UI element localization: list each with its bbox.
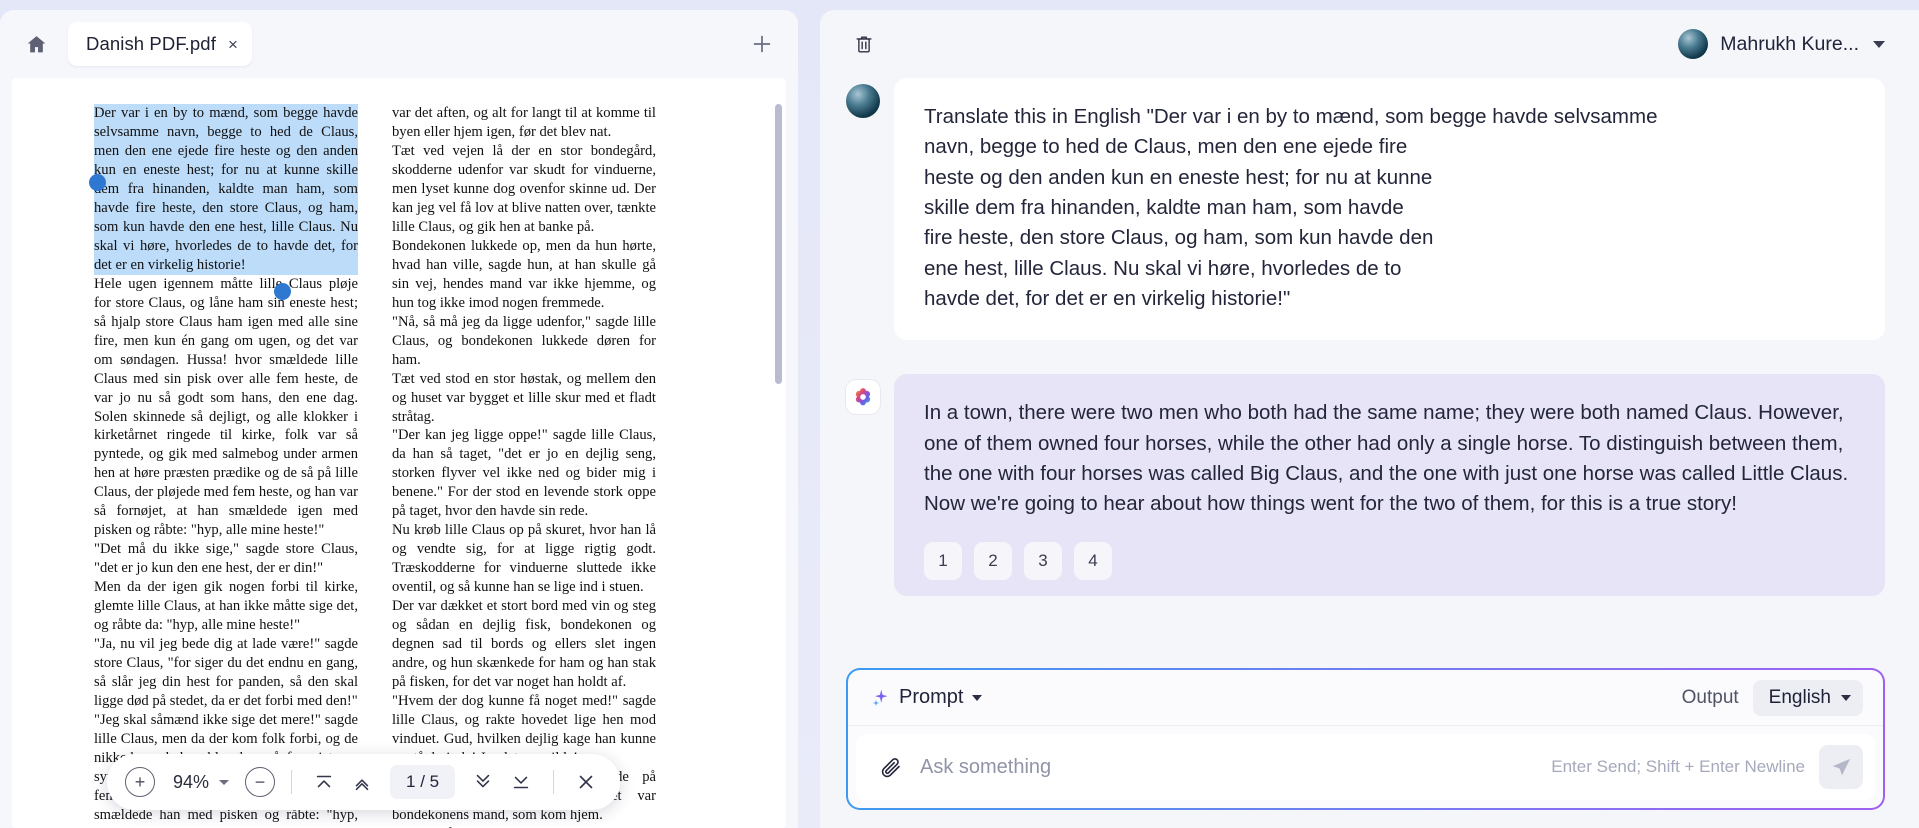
zoom-out-button[interactable]: − bbox=[245, 767, 276, 797]
output-language-group: Output English bbox=[1681, 679, 1863, 716]
home-icon[interactable] bbox=[14, 22, 58, 66]
pdf-paragraph: Tæt ved vejen lå der en stor bondegård, … bbox=[392, 142, 656, 235]
sparkle-icon bbox=[872, 689, 888, 706]
prompt-label: Prompt bbox=[899, 686, 964, 708]
search-input[interactable] bbox=[920, 755, 1538, 779]
reference-buttons: 1 2 3 4 bbox=[924, 541, 1855, 580]
send-button[interactable] bbox=[1819, 745, 1863, 789]
chat-message-assistant: In a town, there were two men who both h… bbox=[846, 374, 1885, 596]
pdf-paragraph: Der var dækket et stort bord med vin og … bbox=[392, 598, 656, 691]
selection-handle-end[interactable] bbox=[274, 283, 291, 300]
composer-input-row: Enter Send; Shift + Enter Newline bbox=[856, 734, 1875, 800]
tab-danish-pdf[interactable]: Danish PDF.pdf × bbox=[68, 22, 252, 66]
assistant-message-text: In a town, there were two men who both h… bbox=[924, 401, 1849, 516]
composer-inner: Prompt Output English Ask something Ente… bbox=[848, 670, 1883, 808]
reference-button-4[interactable]: 4 bbox=[1074, 541, 1112, 580]
pdf-paragraph: "Nå, så må jeg da ligge udenfor," sagde … bbox=[392, 313, 656, 368]
pdf-paragraph: Men da der igen gik nogen forbi til kirk… bbox=[94, 579, 358, 634]
page-indicator[interactable]: 1 / 5 bbox=[390, 765, 456, 799]
prompt-caret-down-icon[interactable] bbox=[972, 694, 983, 701]
pdf-page-1: Der var i en by to mænd, som begge havde… bbox=[12, 78, 786, 828]
toolbar-divider-1 bbox=[291, 770, 293, 794]
selection-handle-start[interactable] bbox=[89, 174, 106, 191]
prev-page-icon[interactable] bbox=[346, 766, 378, 798]
pdf-column-left: Der var i en by to mænd, som begge havde… bbox=[94, 104, 358, 828]
prompt-selector[interactable]: Prompt bbox=[870, 686, 983, 709]
pdf-floating-toolbar: + 94% − 1 / 5 bbox=[107, 754, 621, 810]
user-profile-menu[interactable]: Mahrukh Kure... bbox=[1678, 29, 1885, 59]
zoom-level-label[interactable]: 94% bbox=[173, 772, 209, 793]
app-window: Danish PDF.pdf × Der var i en by to mænd… bbox=[0, 0, 1919, 828]
chat-header: Mahrukh Kure... bbox=[820, 10, 1919, 78]
composer-toolbar: Prompt Output English bbox=[848, 670, 1883, 726]
pdf-paragraph: "Det må du ikke sige," sagde store Claus… bbox=[94, 541, 358, 577]
next-page-icon[interactable] bbox=[467, 766, 499, 798]
language-caret-down-icon[interactable] bbox=[1841, 694, 1851, 701]
composer-border: Prompt Output English Ask something Ente… bbox=[846, 668, 1885, 810]
new-tab-plus-icon[interactable] bbox=[740, 22, 784, 66]
output-label: Output bbox=[1681, 686, 1739, 708]
pdf-paragraph: Nu krøb lille Claus op på skuret, hvor h… bbox=[392, 522, 656, 596]
pdf-column-right: var det aften, og alt for langt til at k… bbox=[392, 104, 656, 828]
trash-icon[interactable] bbox=[846, 26, 882, 62]
reference-button-2[interactable]: 2 bbox=[974, 541, 1012, 580]
pdf-paragraph: Bondekonen lukkede op, men da hun hørte,… bbox=[392, 237, 656, 311]
avatar bbox=[1678, 29, 1709, 59]
reference-button-1[interactable]: 1 bbox=[924, 541, 962, 580]
pdf-paragraph: Tæt ved stod en stor høstak, og mellem d… bbox=[392, 370, 656, 425]
composer-area: Prompt Output English Ask something Ente… bbox=[820, 668, 1919, 828]
pdf-scrollbar[interactable] bbox=[775, 104, 782, 384]
chevron-down-icon[interactable] bbox=[1873, 40, 1885, 48]
user-message-bubble: Translate this in English "Der var i en … bbox=[894, 78, 1885, 341]
paperclip-icon[interactable] bbox=[876, 752, 906, 782]
user-message-text: Translate this in English "Der var i en … bbox=[924, 105, 1658, 310]
assistant-message-bubble: In a town, there were two men who both h… bbox=[894, 374, 1885, 596]
close-toolbar-icon[interactable] bbox=[570, 766, 602, 798]
last-page-icon[interactable] bbox=[505, 766, 537, 798]
tab-bar: Danish PDF.pdf × bbox=[0, 10, 798, 78]
chat-message-user: Translate this in English "Der var i en … bbox=[846, 78, 1885, 341]
language-label: English bbox=[1768, 686, 1831, 708]
pdf-paragraph: "Der kan jeg ligge oppe!" sagde lille Cl… bbox=[392, 427, 656, 520]
pdf-paragraph: "Ja, nu vil jeg bede dig at lade være!" … bbox=[94, 636, 358, 710]
tab-label: Danish PDF.pdf bbox=[86, 33, 216, 54]
reference-button-3[interactable]: 3 bbox=[1024, 541, 1062, 580]
language-selector[interactable]: English bbox=[1752, 679, 1863, 716]
user-name-label: Mahrukh Kure... bbox=[1720, 32, 1859, 55]
tab-close-icon[interactable]: × bbox=[228, 36, 238, 53]
assistant-logo-icon bbox=[846, 380, 880, 415]
chat-panel: Mahrukh Kure... Translate this in Englis… bbox=[820, 10, 1919, 828]
pdf-paragraph: Hele ugen igennem måtte lille Claus pløj… bbox=[94, 275, 358, 539]
user-message-avatar bbox=[846, 84, 880, 118]
pdf-paragraph: var det aften, og alt for langt til at k… bbox=[392, 105, 656, 140]
composer-hint-label: Enter Send; Shift + Enter Newline bbox=[1551, 757, 1805, 776]
zoom-in-button[interactable]: + bbox=[125, 767, 155, 797]
pdf-paragraph-selected: Der var i en by to mænd, som begge havde… bbox=[94, 104, 358, 275]
zoom-dropdown-caret-icon[interactable] bbox=[219, 779, 230, 785]
chat-message-list[interactable]: Translate this in English "Der var i en … bbox=[820, 78, 1919, 668]
pdf-viewer-panel: Danish PDF.pdf × Der var i en by to mænd… bbox=[0, 10, 798, 828]
pdf-page-viewport[interactable]: Der var i en by to mænd, som begge havde… bbox=[12, 78, 786, 828]
first-page-icon[interactable] bbox=[308, 766, 340, 798]
toolbar-divider-2 bbox=[553, 770, 555, 794]
